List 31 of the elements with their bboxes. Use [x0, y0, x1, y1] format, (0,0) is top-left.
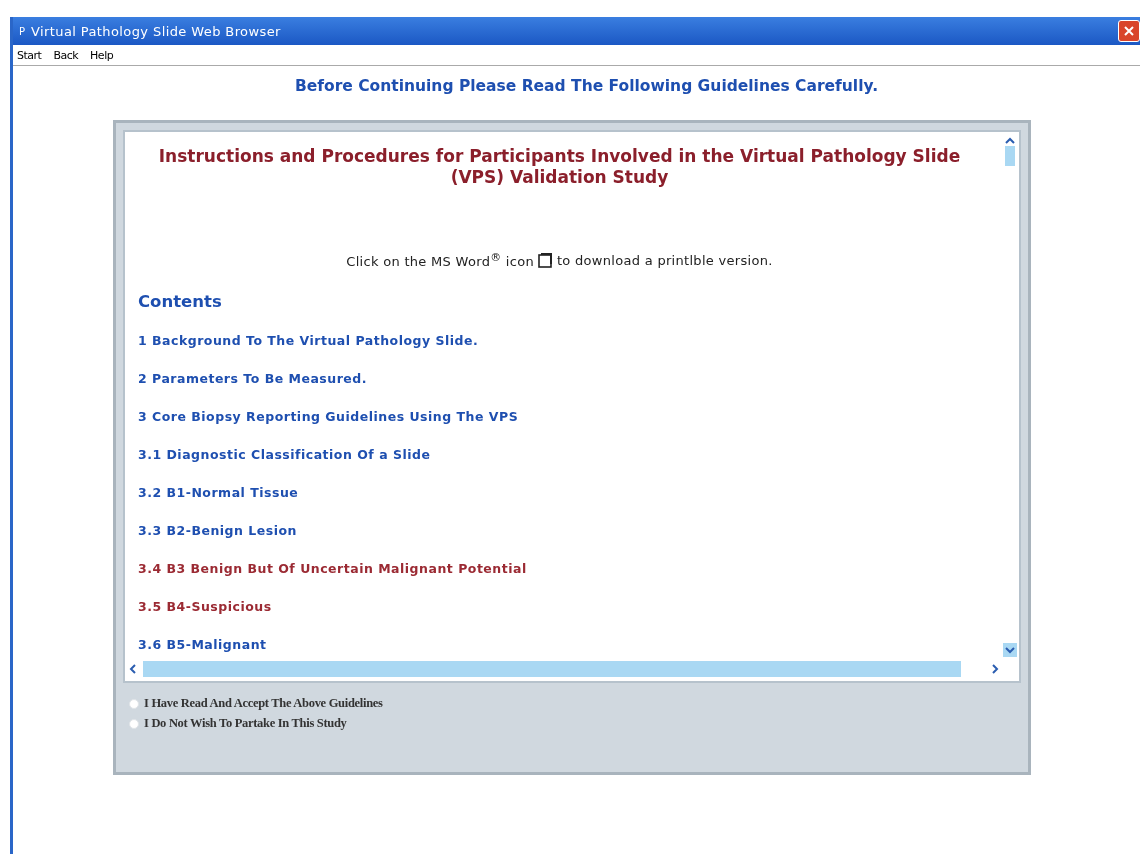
- contents-link[interactable]: 1 Background To The Virtual Pathology Slide.: [138, 333, 479, 354]
- horizontal-scrollbar[interactable]: [143, 661, 961, 677]
- contents-link[interactable]: 3 Core Biopsy Reporting Guidelines Using The VPS: [138, 409, 519, 430]
- window-title: Virtual Pathology Slide Web Browser: [31, 23, 281, 39]
- menu-item[interactable]: Back: [53, 48, 79, 62]
- contents-link[interactable]: 3.1 Diagnostic Classification Of a Slide: [138, 447, 431, 468]
- close-button[interactable]: [1118, 20, 1140, 42]
- contents-link[interactable]: 2 Parameters To Be Measured.: [138, 371, 367, 392]
- app-icon: P: [19, 25, 26, 37]
- menu-item[interactable]: Help: [90, 48, 114, 62]
- radio-label[interactable]: I Have Read And Accept The Above Guidelines: [144, 696, 383, 711]
- download-instruction: to download a printlble version.: [556, 252, 773, 268]
- contents-heading: Contents: [138, 292, 223, 313]
- document-title: Instructions and Procedures for Participants Involved in the Virtual Pathology Slide (VPS) Validation Study: [157, 146, 962, 188]
- radio-button[interactable]: [129, 698, 139, 709]
- contents-link[interactable]: 3.5 B4-Suspicious: [138, 599, 272, 620]
- contents-link[interactable]: 3.6 B5-Malignant: [138, 637, 267, 658]
- document-icon[interactable]: [537, 252, 553, 268]
- chevron-right-icon[interactable]: [991, 664, 999, 674]
- page-heading: Before Continuing Please Read The Following Guidelines Carefully.: [293, 76, 880, 97]
- radio-label[interactable]: I Do Not Wish To Partake In This Study: [144, 716, 347, 731]
- contents-link[interactable]: 3.2 B1-Normal Tissue: [138, 485, 299, 506]
- scrollbar-thumb[interactable]: [1005, 146, 1015, 166]
- contents-link[interactable]: 3.3 B2-Benign Lesion: [138, 523, 297, 544]
- contents-link[interactable]: 3.4 B3 Benign But Of Uncertain Malignant Potential: [138, 561, 527, 582]
- chevron-left-icon[interactable]: [129, 664, 137, 674]
- menu-item[interactable]: Start: [17, 48, 42, 62]
- close-icon[interactable]: [1123, 25, 1135, 37]
- download-instruction: Click on the MS Word$^{®}$ icon: [346, 250, 534, 270]
- chevron-up-icon[interactable]: [1005, 137, 1015, 144]
- radio-button[interactable]: [129, 718, 139, 729]
